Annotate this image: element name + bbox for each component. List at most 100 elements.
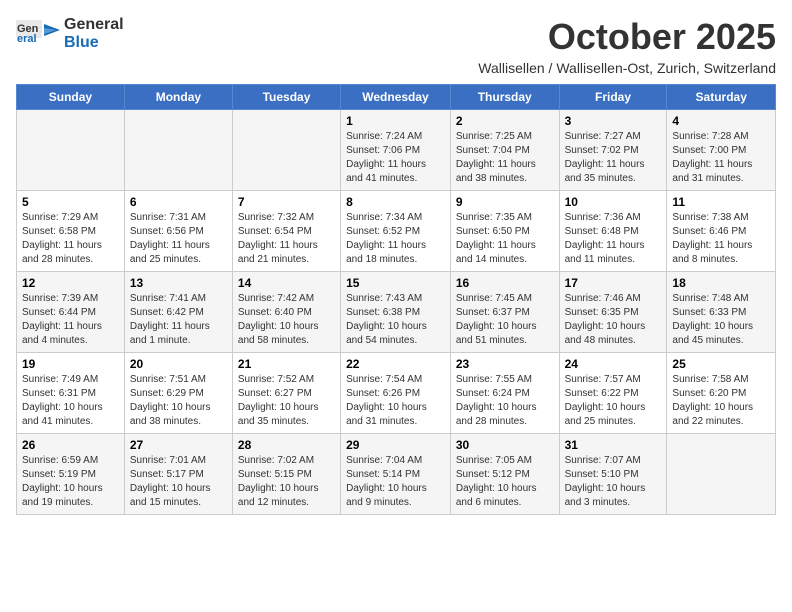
title-block: October 2025 Wallisellen / Wallisellen-O… xyxy=(478,16,776,76)
page-header: Gen eral General Blue October 2025 Walli… xyxy=(16,16,776,76)
day-info: Sunrise: 7:58 AMSunset: 6:20 PMDaylight:… xyxy=(672,373,770,429)
day-info: Sunrise: 7:39 AMSunset: 6:44 PMDaylight:… xyxy=(22,292,119,348)
calendar-cell: 23 Sunrise: 7:55 AMSunset: 6:24 PMDayligh… xyxy=(450,353,559,434)
logo-icon: Gen eral xyxy=(16,16,60,52)
day-number: 21 xyxy=(238,357,335,371)
week-row-4: 19 Sunrise: 7:49 AMSunset: 6:31 PMDayligh… xyxy=(17,353,776,434)
calendar-cell: 29 Sunrise: 7:04 AMSunset: 5:14 PMDayligh… xyxy=(341,434,451,515)
day-info: Sunrise: 6:59 AMSunset: 5:19 PMDaylight:… xyxy=(22,454,119,510)
day-number: 7 xyxy=(238,195,335,209)
calendar-cell: 2 Sunrise: 7:25 AMSunset: 7:04 PMDaylight… xyxy=(450,110,559,191)
calendar-cell: 12 Sunrise: 7:39 AMSunset: 6:44 PMDayligh… xyxy=(17,272,125,353)
week-row-2: 5Sunrise: 7:29 AMSunset: 6:58 PMDaylight… xyxy=(17,191,776,272)
day-number: 19 xyxy=(22,357,119,371)
day-number: 29 xyxy=(346,438,445,452)
day-info: Sunrise: 7:36 AMSunset: 6:48 PMDaylight:… xyxy=(565,211,662,267)
calendar-cell: 17 Sunrise: 7:46 AMSunset: 6:35 PMDayligh… xyxy=(559,272,667,353)
day-number: 8 xyxy=(346,195,445,209)
month-title: October 2025 xyxy=(478,16,776,58)
day-info: Sunrise: 7:34 AMSunset: 6:52 PMDaylight:… xyxy=(346,211,445,267)
day-info: Sunrise: 7:35 AMSunset: 6:50 PMDaylight:… xyxy=(456,211,554,267)
day-number: 12 xyxy=(22,276,119,290)
calendar-cell: 22 Sunrise: 7:54 AMSunset: 6:26 PMDayligh… xyxy=(341,353,451,434)
day-info: Sunrise: 7:42 AMSunset: 6:40 PMDaylight:… xyxy=(238,292,335,348)
day-number: 14 xyxy=(238,276,335,290)
day-number: 22 xyxy=(346,357,445,371)
day-number: 3 xyxy=(565,114,662,128)
calendar-cell: 10Sunrise: 7:36 AMSunset: 6:48 PMDayligh… xyxy=(559,191,667,272)
day-number: 4 xyxy=(672,114,770,128)
day-info: Sunrise: 7:27 AMSunset: 7:02 PMDaylight:… xyxy=(565,130,662,186)
day-number: 28 xyxy=(238,438,335,452)
day-header-sunday: Sunday xyxy=(17,85,125,110)
calendar-cell: 5Sunrise: 7:29 AMSunset: 6:58 PMDaylight… xyxy=(17,191,125,272)
logo-blue: Blue xyxy=(64,34,124,52)
calendar-cell: 14 Sunrise: 7:42 AMSunset: 6:40 PMDayligh… xyxy=(232,272,340,353)
day-header-thursday: Thursday xyxy=(450,85,559,110)
day-number: 13 xyxy=(130,276,227,290)
day-number: 27 xyxy=(130,438,227,452)
day-number: 11 xyxy=(672,195,770,209)
calendar-cell: 27 Sunrise: 7:01 AMSunset: 5:17 PMDayligh… xyxy=(124,434,232,515)
day-info: Sunrise: 7:29 AMSunset: 6:58 PMDaylight:… xyxy=(22,211,119,267)
day-info: Sunrise: 7:07 AMSunset: 5:10 PMDaylight:… xyxy=(565,454,662,510)
calendar-cell: 8 Sunrise: 7:34 AMSunset: 6:52 PMDaylight… xyxy=(341,191,451,272)
day-info: Sunrise: 7:38 AMSunset: 6:46 PMDaylight:… xyxy=(672,211,770,267)
day-number: 6 xyxy=(130,195,227,209)
day-info: Sunrise: 7:25 AMSunset: 7:04 PMDaylight:… xyxy=(456,130,554,186)
calendar-cell: 18Sunrise: 7:48 AMSunset: 6:33 PMDayligh… xyxy=(667,272,776,353)
logo: Gen eral General Blue xyxy=(16,16,124,52)
day-number: 25 xyxy=(672,357,770,371)
day-header-tuesday: Tuesday xyxy=(232,85,340,110)
day-number: 24 xyxy=(565,357,662,371)
day-info: Sunrise: 7:51 AMSunset: 6:29 PMDaylight:… xyxy=(130,373,227,429)
calendar-cell: 9 Sunrise: 7:35 AMSunset: 6:50 PMDaylight… xyxy=(450,191,559,272)
day-number: 23 xyxy=(456,357,554,371)
calendar-cell: 25 Sunrise: 7:58 AMSunset: 6:20 PMDayligh… xyxy=(667,353,776,434)
day-header-wednesday: Wednesday xyxy=(341,85,451,110)
day-info: Sunrise: 7:46 AMSunset: 6:35 PMDaylight:… xyxy=(565,292,662,348)
calendar-cell: 6 Sunrise: 7:31 AMSunset: 6:56 PMDaylight… xyxy=(124,191,232,272)
day-info: Sunrise: 7:48 AMSunset: 6:33 PMDaylight:… xyxy=(672,292,770,348)
day-info: Sunrise: 7:55 AMSunset: 6:24 PMDaylight:… xyxy=(456,373,554,429)
day-number: 17 xyxy=(565,276,662,290)
calendar-cell: 21Sunrise: 7:52 AMSunset: 6:27 PMDayligh… xyxy=(232,353,340,434)
day-info: Sunrise: 7:41 AMSunset: 6:42 PMDaylight:… xyxy=(130,292,227,348)
day-number: 1 xyxy=(346,114,445,128)
location-subtitle: Wallisellen / Wallisellen-Ost, Zurich, S… xyxy=(478,60,776,76)
week-row-1: 1Sunrise: 7:24 AMSunset: 7:06 PMDaylight… xyxy=(17,110,776,191)
day-number: 20 xyxy=(130,357,227,371)
day-info: Sunrise: 7:43 AMSunset: 6:38 PMDaylight:… xyxy=(346,292,445,348)
day-number: 26 xyxy=(22,438,119,452)
day-info: Sunrise: 7:28 AMSunset: 7:00 PMDaylight:… xyxy=(672,130,770,186)
calendar-cell: 3 Sunrise: 7:27 AMSunset: 7:02 PMDaylight… xyxy=(559,110,667,191)
calendar-cell: 1Sunrise: 7:24 AMSunset: 7:06 PMDaylight… xyxy=(341,110,451,191)
day-info: Sunrise: 7:04 AMSunset: 5:14 PMDaylight:… xyxy=(346,454,445,510)
day-number: 2 xyxy=(456,114,554,128)
calendar-cell: 20 Sunrise: 7:51 AMSunset: 6:29 PMDayligh… xyxy=(124,353,232,434)
calendar-cell: 30 Sunrise: 7:05 AMSunset: 5:12 PMDayligh… xyxy=(450,434,559,515)
day-number: 30 xyxy=(456,438,554,452)
day-info: Sunrise: 7:05 AMSunset: 5:12 PMDaylight:… xyxy=(456,454,554,510)
day-number: 16 xyxy=(456,276,554,290)
calendar-table: SundayMondayTuesdayWednesdayThursdayFrid… xyxy=(16,84,776,515)
logo-general: General xyxy=(64,16,124,34)
calendar-cell xyxy=(232,110,340,191)
day-info: Sunrise: 7:02 AMSunset: 5:15 PMDaylight:… xyxy=(238,454,335,510)
calendar-cell: 7Sunrise: 7:32 AMSunset: 6:54 PMDaylight… xyxy=(232,191,340,272)
day-info: Sunrise: 7:01 AMSunset: 5:17 PMDaylight:… xyxy=(130,454,227,510)
calendar-cell xyxy=(124,110,232,191)
day-info: Sunrise: 7:49 AMSunset: 6:31 PMDaylight:… xyxy=(22,373,119,429)
day-number: 9 xyxy=(456,195,554,209)
day-info: Sunrise: 7:57 AMSunset: 6:22 PMDaylight:… xyxy=(565,373,662,429)
day-info: Sunrise: 7:31 AMSunset: 6:56 PMDaylight:… xyxy=(130,211,227,267)
calendar-cell: 15Sunrise: 7:43 AMSunset: 6:38 PMDayligh… xyxy=(341,272,451,353)
calendar-cell: 13 Sunrise: 7:41 AMSunset: 6:42 PMDayligh… xyxy=(124,272,232,353)
calendar-cell xyxy=(667,434,776,515)
day-number: 31 xyxy=(565,438,662,452)
day-info: Sunrise: 7:54 AMSunset: 6:26 PMDaylight:… xyxy=(346,373,445,429)
calendar-cell: 28 Sunrise: 7:02 AMSunset: 5:15 PMDayligh… xyxy=(232,434,340,515)
calendar-cell: 11 Sunrise: 7:38 AMSunset: 6:46 PMDayligh… xyxy=(667,191,776,272)
svg-text:eral: eral xyxy=(17,33,37,45)
day-header-saturday: Saturday xyxy=(667,85,776,110)
